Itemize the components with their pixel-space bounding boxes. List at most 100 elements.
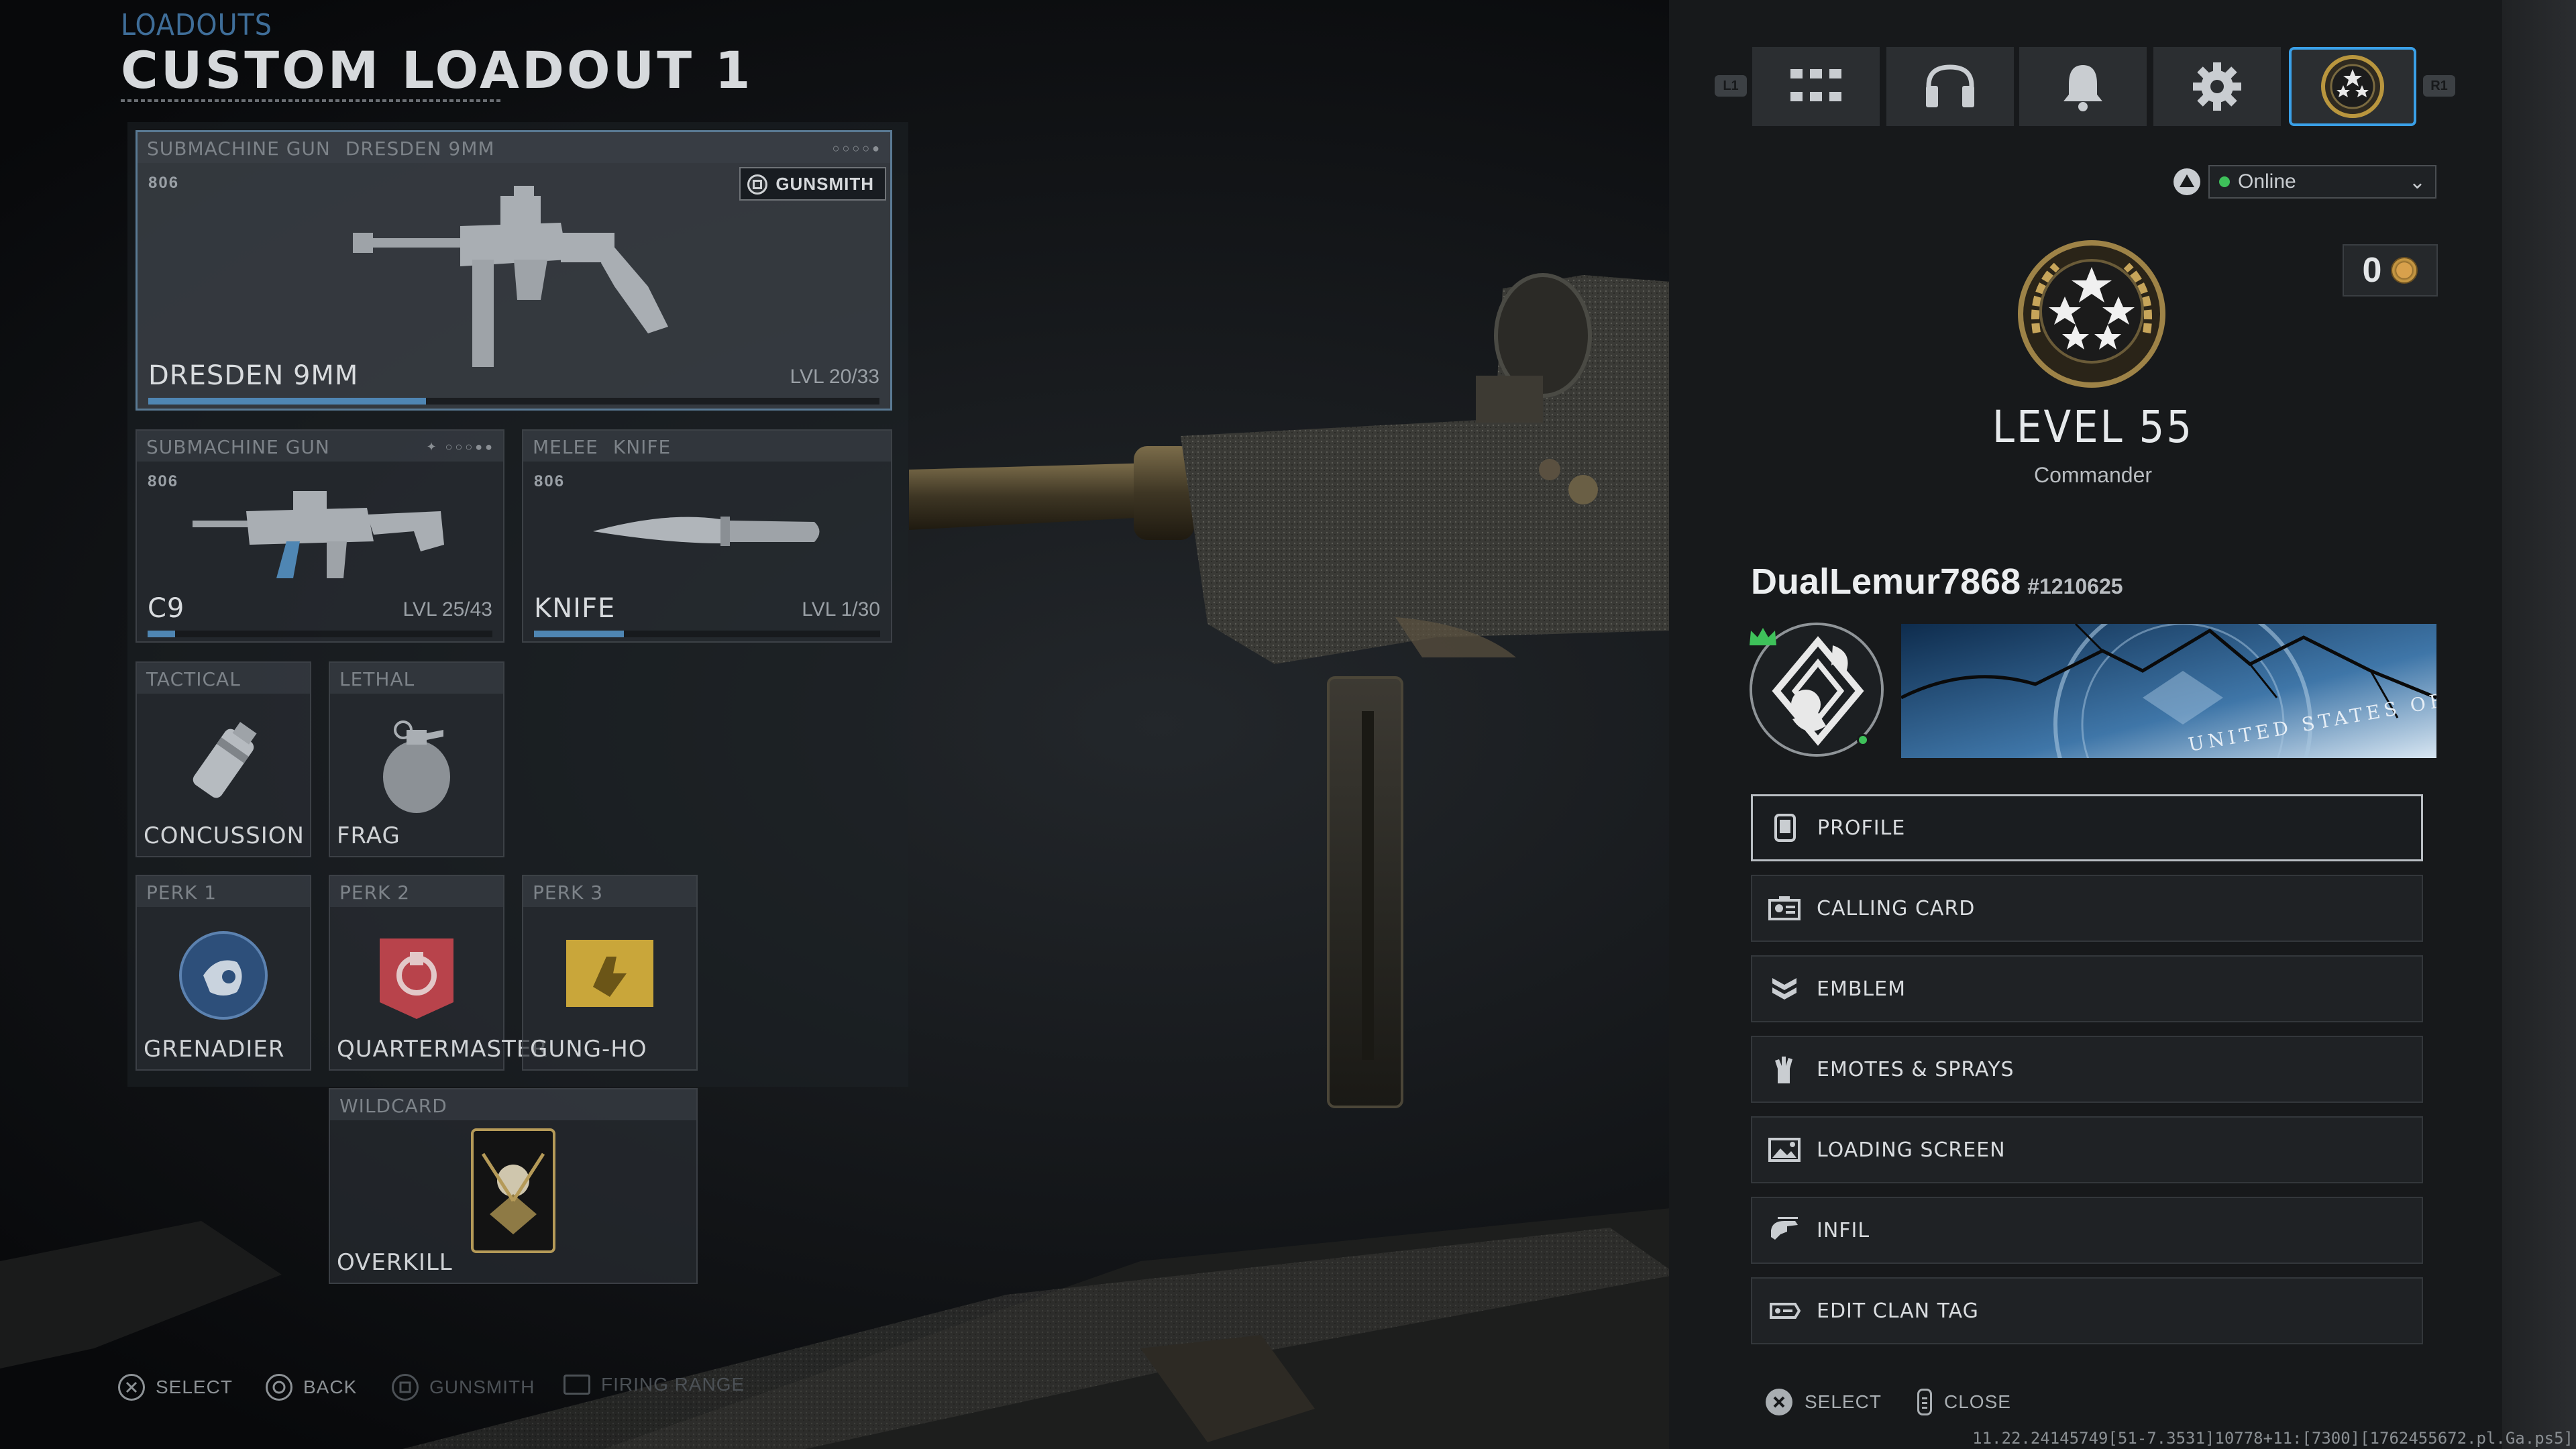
perk-1-header: PERK 1	[137, 876, 310, 907]
primary-weapon-slot[interactable]: SUBMACHINE GUN DRESDEN 9MM ○○○○● 806 GUNS…	[136, 130, 892, 411]
touchpad-icon	[564, 1375, 590, 1395]
title-underline	[121, 99, 503, 102]
cod-points-icon	[2391, 257, 2418, 284]
menu-item-label: LOADING SCREEN	[1817, 1138, 2006, 1162]
firing-range-hint-label: FIRING RANGE	[601, 1374, 745, 1395]
tab-party[interactable]	[1886, 47, 2014, 126]
tab-profile[interactable]	[2289, 47, 2416, 126]
tab-menu[interactable]	[1752, 47, 1880, 126]
wildcard-name: OVERKILL	[337, 1249, 453, 1276]
grenadier-perk-icon	[179, 931, 268, 1020]
secondary-weapon-category: SUBMACHINE GUN	[146, 436, 330, 458]
melee-weapon-slot[interactable]: MELEE KNIFE 806 KNIFE LVL 1/30	[522, 429, 892, 643]
primary-weapon-header: SUBMACHINE GUN DRESDEN 9MM	[138, 132, 890, 163]
menu-item-infil[interactable]: INFIL	[1751, 1197, 2423, 1264]
perk-2-name: QUARTERMASTER	[337, 1036, 548, 1063]
primary-weapon-name: DRESDEN 9MM	[148, 360, 359, 391]
lethal-header: LETHAL	[330, 663, 503, 694]
clan-tag-icon	[1768, 1295, 1801, 1327]
options-button-icon	[1917, 1389, 1932, 1415]
secondary-weapon-name: C9	[148, 593, 185, 624]
concussion-grenade-icon	[193, 722, 257, 798]
player-level: LEVEL 55	[1992, 401, 2194, 453]
firing-range-hint[interactable]: FIRING RANGE	[564, 1374, 745, 1395]
tactical-name: CONCUSSION	[144, 822, 305, 849]
melee-weapon-name: KNIFE	[534, 593, 616, 624]
overkill-wildcard-icon	[471, 1128, 555, 1253]
wildcard-slot[interactable]: WILDCARD OVERKILL	[329, 1088, 698, 1284]
melee-weapon-header: MELEE KNIFE	[523, 431, 891, 462]
cross-button-icon	[1766, 1389, 1792, 1415]
primary-weapon-category: SUBMACHINE GUN	[147, 138, 331, 160]
secondary-weapon-slot[interactable]: SUBMACHINE GUN ✦ ○○○●● 806 C9 LVL 25/43	[136, 429, 504, 643]
emote-icon	[1768, 1053, 1801, 1085]
r1-bumper-icon[interactable]: R1	[2423, 75, 2455, 97]
tactical-slot[interactable]: TACTICAL CONCUSSION	[136, 661, 311, 857]
melee-weapon-level: LVL 1/30	[802, 598, 880, 621]
perk-1-name: GRENADIER	[144, 1036, 285, 1063]
menu-item-profile[interactable]: PROFILE	[1751, 794, 2423, 861]
lethal-slot[interactable]: LETHAL FRAG	[329, 661, 504, 857]
select-hint[interactable]: SELECT	[118, 1374, 233, 1401]
tactical-header: TACTICAL	[137, 663, 310, 694]
tab-settings[interactable]	[2153, 47, 2281, 126]
perk-2-slot[interactable]: PERK 2 QUARTERMASTER	[329, 875, 547, 1071]
menu-item-loading-screen[interactable]: LOADING SCREEN	[1751, 1116, 2423, 1183]
perk-3-slot[interactable]: PERK 3 GUNG-HO	[522, 875, 698, 1071]
gunsmith-button[interactable]: GUNSMITH	[739, 167, 886, 201]
cod-points-balance[interactable]: 0	[2343, 244, 2438, 297]
online-indicator	[1857, 734, 1869, 746]
gear-icon	[2193, 62, 2241, 111]
wildcard-header: WILDCARD	[330, 1089, 696, 1120]
cod-points-amount: 0	[2362, 251, 2382, 290]
menu-item-label: CALLING CARD	[1817, 896, 1976, 920]
primary-xp-fill	[148, 398, 427, 405]
knife-icon	[593, 517, 820, 546]
calling-card-banner[interactable]: UNITED STATES OF AMERICA	[1901, 624, 2436, 758]
online-status-dropdown[interactable]: Online ⌄	[2208, 165, 2436, 199]
melee-xp-fill	[534, 631, 625, 637]
bell-icon	[2063, 65, 2102, 111]
triangle-button-icon	[2174, 168, 2200, 195]
menu-item-emblem[interactable]: EMBLEM	[1751, 955, 2423, 1022]
perk-1-slot[interactable]: PERK 1 GRENADIER	[136, 875, 311, 1071]
gamertag-text: DualLemur7868	[1751, 561, 2021, 602]
gunsmith-hint-label: GUNSMITH	[429, 1377, 535, 1397]
menu-item-label: EMBLEM	[1817, 977, 1906, 1001]
weapon-tag: 806	[148, 472, 179, 490]
gunsmith-hint[interactable]: GUNSMITH	[392, 1374, 535, 1401]
tab-notifications[interactable]	[2019, 47, 2147, 126]
select-hint-label: SELECT	[156, 1377, 233, 1397]
crown-icon	[1750, 628, 1776, 645]
attachment-dots: ○○○○●	[832, 142, 882, 155]
loading-screen-icon	[1768, 1134, 1801, 1166]
infil-icon	[1768, 1214, 1801, 1246]
circle-button-icon	[266, 1374, 292, 1401]
grid-icon	[1790, 69, 1841, 101]
back-hint-label: BACK	[303, 1377, 358, 1397]
page-title: CUSTOM LOADOUT 1	[121, 40, 753, 100]
back-hint[interactable]: BACK	[266, 1374, 357, 1401]
select-hint-right-label: SELECT	[1805, 1391, 1882, 1412]
close-hint[interactable]: CLOSE	[1917, 1389, 2011, 1415]
gung-ho-perk-icon	[566, 940, 653, 1007]
perk-3-name: GUNG-HO	[530, 1036, 647, 1063]
square-button-icon	[392, 1374, 419, 1401]
player-id: #1210625	[2027, 574, 2123, 598]
weapon-tag: 806	[148, 174, 180, 192]
attachment-dots: ✦ ○○○●●	[426, 440, 495, 453]
select-hint-right[interactable]: SELECT	[1766, 1389, 1882, 1415]
secondary-xp-bar	[148, 631, 492, 637]
c9-smg-icon	[193, 491, 444, 578]
menu-item-label: PROFILE	[1817, 816, 1906, 840]
perk-2-header: PERK 2	[330, 876, 503, 907]
menu-item-edit-clan-tag[interactable]: EDIT CLAN TAG	[1751, 1277, 2423, 1344]
menu-item-emotes-sprays[interactable]: EMOTES & SPRAYS	[1751, 1036, 2423, 1103]
weapon-tag: 806	[534, 472, 566, 490]
menu-item-calling-card[interactable]: CALLING CARD	[1751, 875, 2423, 942]
square-button-icon	[747, 174, 768, 195]
l1-bumper-icon[interactable]: L1	[1715, 75, 1747, 97]
primary-weapon-level: LVL 20/33	[790, 366, 879, 388]
secondary-weapon-level: LVL 25/43	[402, 598, 492, 621]
menu-item-label: EDIT CLAN TAG	[1817, 1299, 1979, 1323]
